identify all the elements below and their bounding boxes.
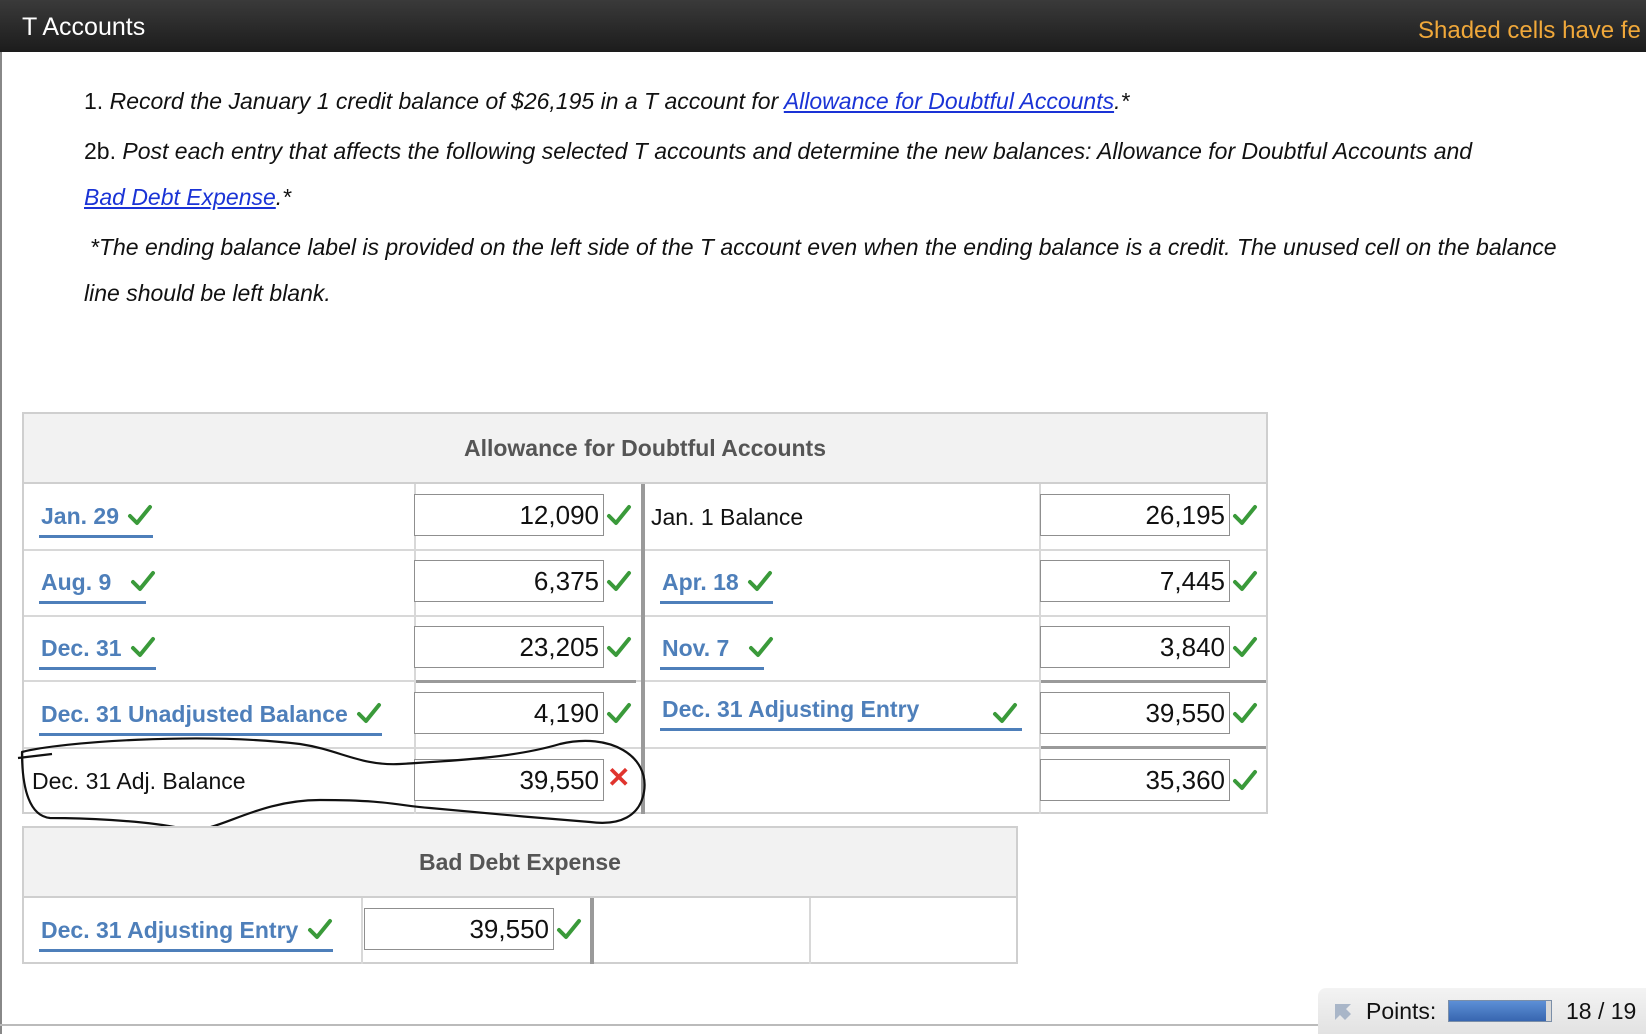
allowance-link[interactable]: Allowance for Doubtful Accounts xyxy=(784,88,1114,114)
row3-right-label[interactable]: Nov. 7 xyxy=(660,630,773,670)
points-footer: Points: 18 / 19 xyxy=(1318,988,1646,1034)
row1-left-amount[interactable]: 12,090 xyxy=(414,494,604,536)
check-icon xyxy=(1233,571,1257,591)
check-icon xyxy=(130,571,155,591)
title-bar: T Accounts Shaded cells have fe xyxy=(0,0,1646,52)
row4-right-amount[interactable]: 39,550 xyxy=(1040,692,1230,734)
check-icon xyxy=(130,637,155,657)
row2-left-amount[interactable]: 6,375 xyxy=(414,560,604,602)
bad-debt-left-amount[interactable]: 39,550 xyxy=(364,908,554,950)
row2-right-amount[interactable]: 7,445 xyxy=(1040,560,1230,602)
row1-right-amount[interactable]: 26,195 xyxy=(1040,494,1230,536)
points-progress-bar xyxy=(1448,1000,1552,1022)
check-icon xyxy=(307,919,332,939)
check-icon xyxy=(1233,770,1257,790)
bad-debt-link[interactable]: Bad Debt Expense xyxy=(84,184,276,210)
left-border xyxy=(0,52,2,1034)
check-icon xyxy=(128,505,153,525)
note-line-2: line should be left blank. xyxy=(84,280,331,306)
check-icon xyxy=(557,919,581,939)
row4-left-amount[interactable]: 4,190 xyxy=(414,692,604,734)
allowance-account-title: Allowance for Doubtful Accounts xyxy=(24,414,1266,484)
points-value: 18 / 19 xyxy=(1566,998,1637,1024)
points-label: Points: xyxy=(1366,998,1437,1024)
window-title: T Accounts xyxy=(22,13,146,41)
bad-debt-account-title: Bad Debt Expense xyxy=(24,828,1016,898)
check-icon xyxy=(357,703,382,723)
row4-right-label[interactable]: Dec. 31 Adjusting Entry xyxy=(660,696,1022,731)
note-line-1: *The ending balance label is provided on… xyxy=(90,234,1557,260)
check-icon xyxy=(607,703,631,723)
points-arrow-icon[interactable] xyxy=(1332,1001,1354,1023)
row3-left-label[interactable]: Dec. 31 xyxy=(39,630,156,670)
row1-left-label[interactable]: Jan. 29 xyxy=(39,498,154,538)
instruction-1: 1. Record the January 1 credit balance o… xyxy=(84,88,1130,114)
instruction-2b-cont: Bad Debt Expense.* xyxy=(84,184,292,210)
row2-left-label[interactable]: Aug. 9 xyxy=(39,564,155,604)
bad-debt-left-label[interactable]: Dec. 31 Adjusting Entry xyxy=(39,912,333,952)
bottom-divider xyxy=(0,1024,1318,1026)
row3-left-amount[interactable]: 23,205 xyxy=(414,626,604,668)
row3-right-amount[interactable]: 3,840 xyxy=(1040,626,1230,668)
check-icon xyxy=(1233,703,1257,723)
check-icon xyxy=(607,505,631,525)
check-icon xyxy=(607,637,631,657)
check-icon xyxy=(1233,637,1257,657)
shaded-cells-hint: Shaded cells have fe xyxy=(1418,17,1641,44)
points-progress-fill xyxy=(1449,1001,1546,1021)
check-icon xyxy=(993,703,1017,723)
check-icon xyxy=(1233,505,1257,525)
check-icon xyxy=(748,571,773,591)
check-icon xyxy=(748,637,773,657)
row1-right-label: Jan. 1 Balance xyxy=(651,504,804,530)
row5-right-amount[interactable]: 35,360 xyxy=(1040,759,1230,801)
handdrawn-circle xyxy=(17,737,646,832)
row2-right-label[interactable]: Apr. 18 xyxy=(660,564,774,604)
instruction-2b: 2b. Post each entry that affects the fol… xyxy=(84,138,1473,164)
check-icon xyxy=(607,571,631,591)
